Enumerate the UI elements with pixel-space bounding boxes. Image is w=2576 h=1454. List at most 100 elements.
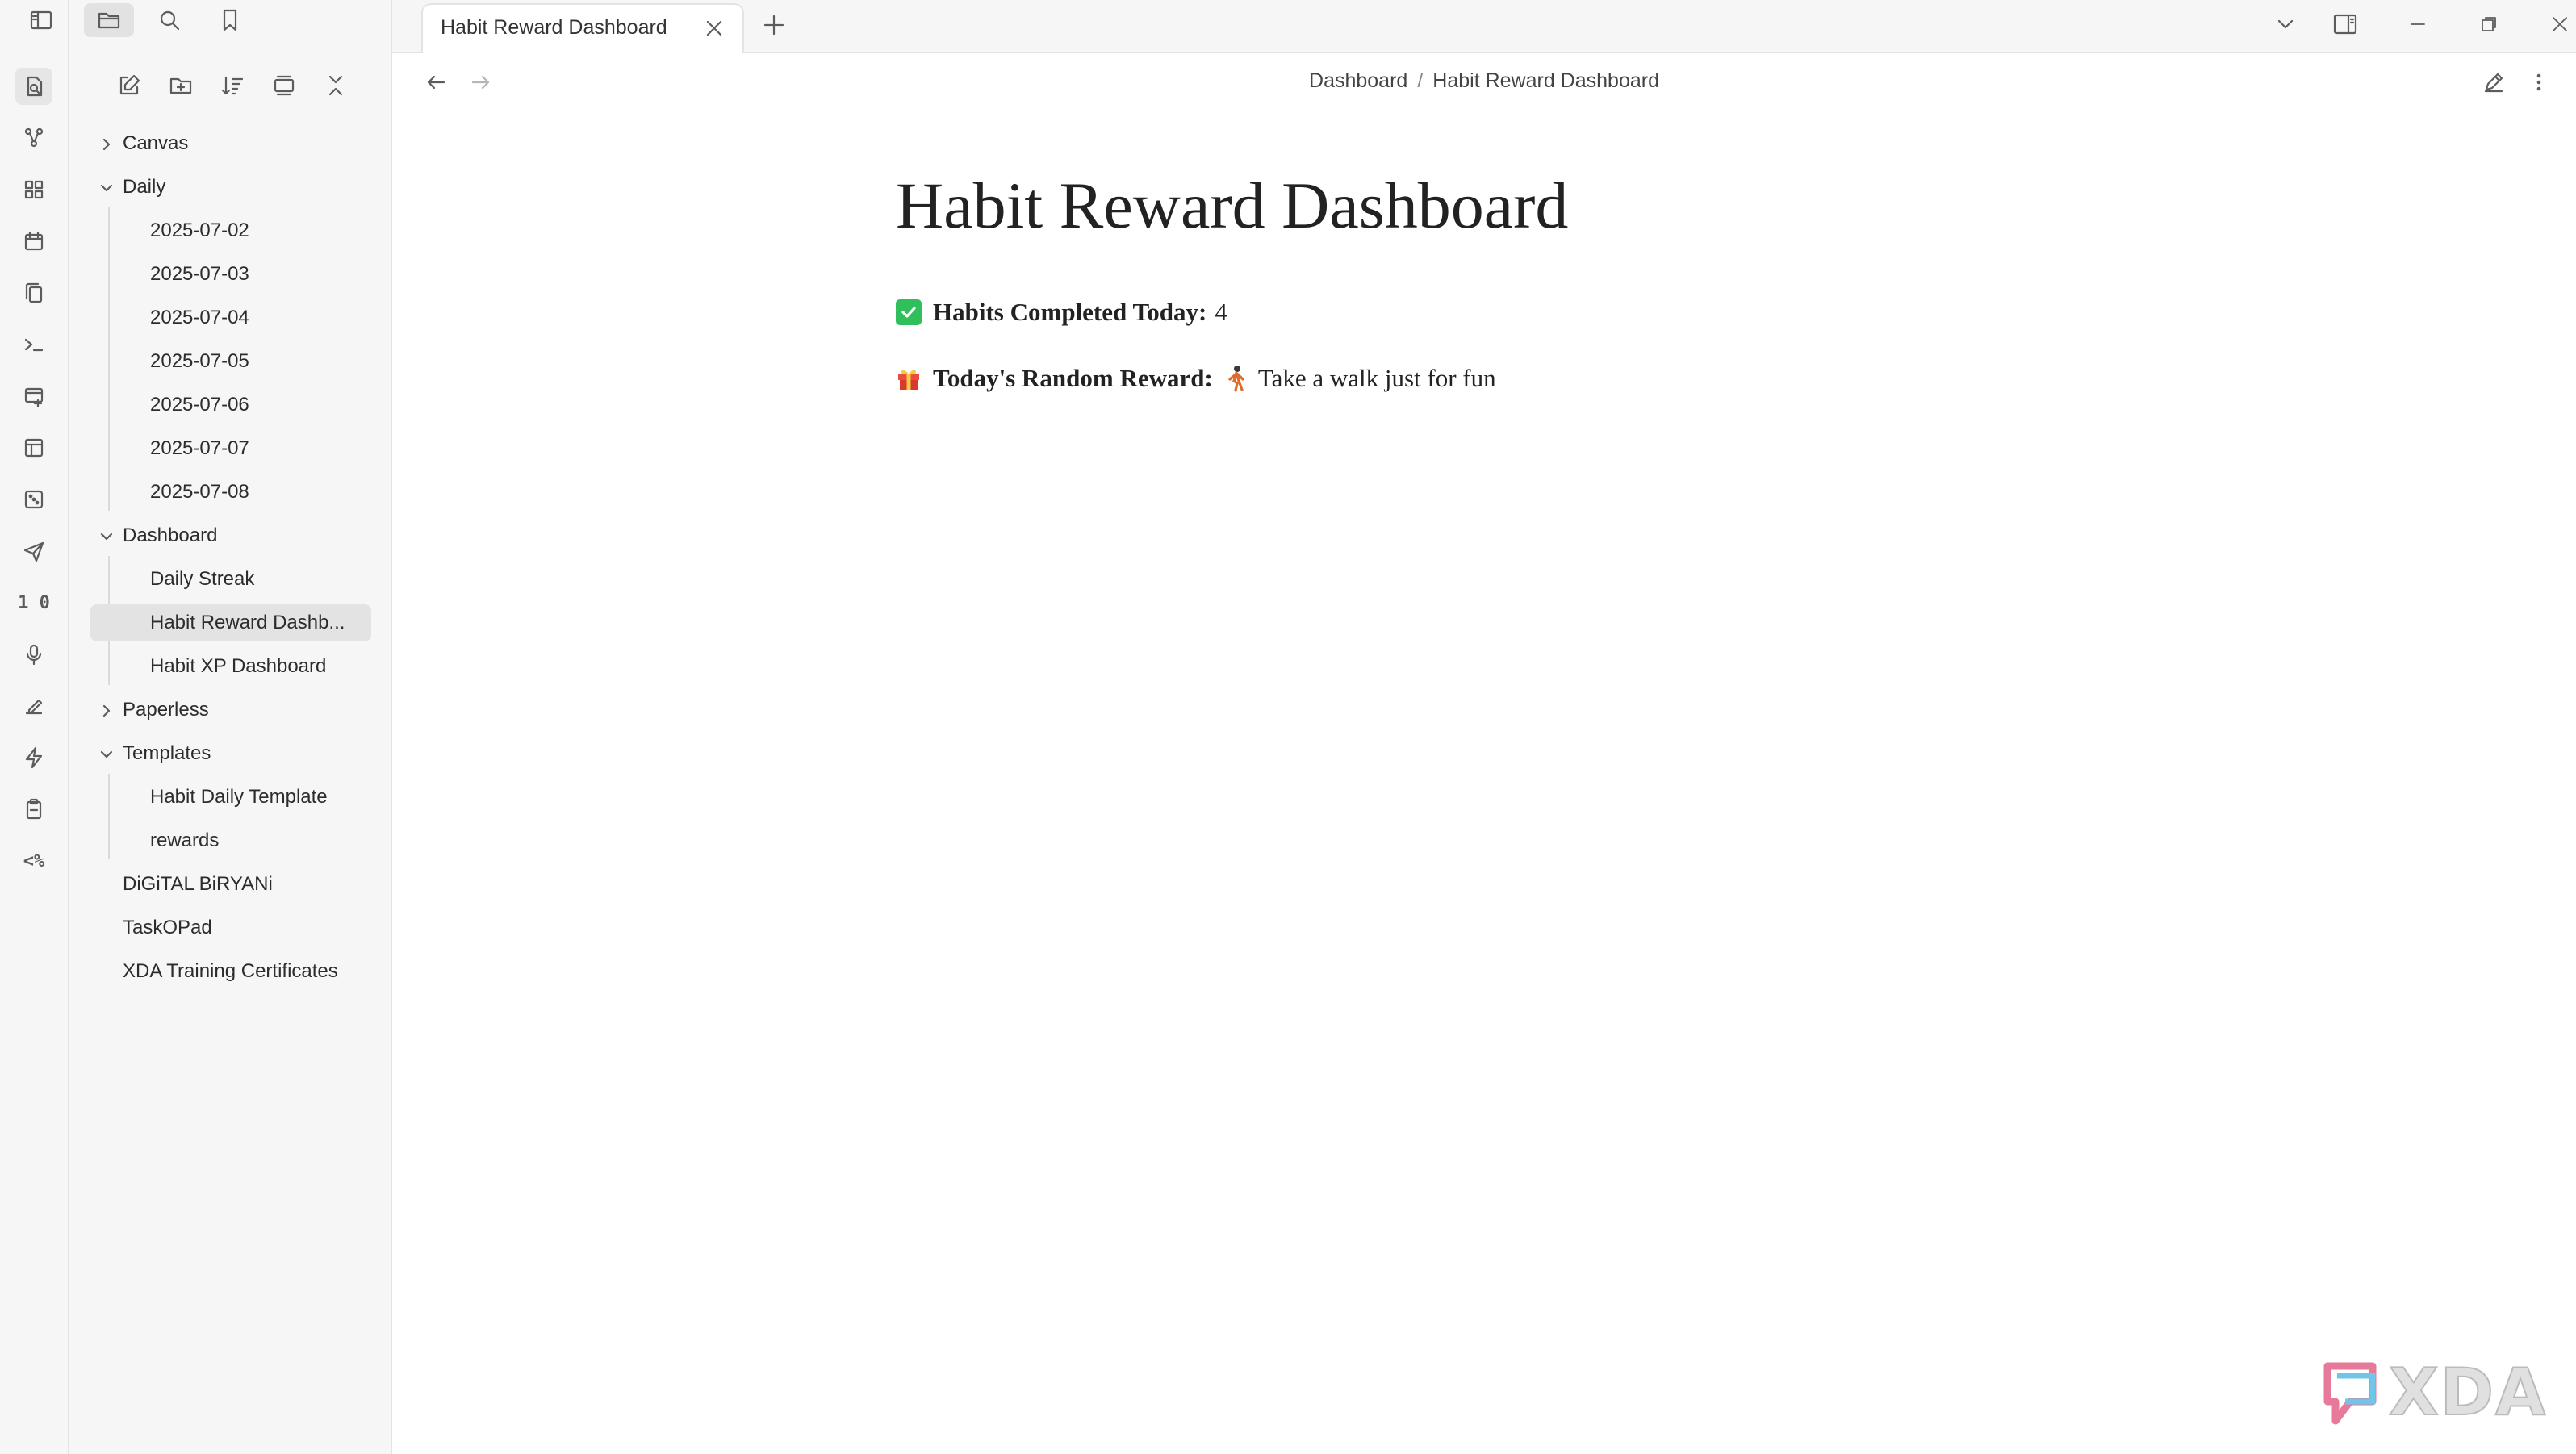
bookmark-icon[interactable] — [205, 3, 255, 37]
send-icon[interactable] — [15, 533, 52, 570]
chevron-down-icon[interactable] — [98, 746, 115, 763]
chevron-right-icon[interactable] — [98, 703, 115, 719]
note-content[interactable]: Habit Reward Dashboard Habits Completed … — [896, 161, 2026, 412]
tree-folder-label: Dashboard — [123, 524, 218, 546]
layout-icon[interactable] — [15, 429, 52, 466]
new-note-icon[interactable] — [111, 68, 147, 103]
terminal-icon[interactable] — [15, 326, 52, 363]
lightning-icon[interactable] — [15, 739, 52, 776]
plus-icon[interactable] — [759, 10, 789, 40]
tree-file[interactable]: 2025-07-08 — [150, 474, 249, 511]
tree-file-label: 2025-07-03 — [150, 263, 249, 285]
tree-file-label: 2025-07-07 — [150, 437, 249, 459]
tree-file[interactable]: Daily Streak — [150, 561, 254, 598]
tree-indent-guide — [108, 207, 110, 511]
checkmark-icon — [896, 299, 922, 325]
habits-value: 4 — [1215, 298, 1227, 326]
tree-file-label: Habit Reward Dashb... — [150, 612, 345, 633]
templater-icon[interactable]: <% — [15, 842, 52, 880]
add-card-icon[interactable] — [15, 378, 52, 415]
tree-file-label: Habit XP Dashboard — [150, 655, 327, 677]
tree-file[interactable]: XDA Training Certificates — [123, 953, 338, 990]
tree-file-label: 2025-07-04 — [150, 307, 249, 328]
tree-file[interactable]: TaskOPad — [123, 909, 212, 946]
search-icon[interactable] — [144, 3, 194, 37]
tree-folder-label: Paperless — [123, 699, 209, 721]
minimize-icon[interactable] — [2402, 8, 2434, 40]
dice-icon[interactable] — [15, 481, 52, 518]
xda-logo-icon — [2323, 1362, 2377, 1424]
tree-file[interactable]: Habit XP Dashboard — [150, 648, 326, 685]
chevron-down-icon[interactable] — [98, 180, 115, 196]
reward-label: Today's Random Reward: — [933, 364, 1213, 392]
note-title[interactable]: Habit Reward Dashboard — [896, 161, 2026, 250]
tree-folder-canvas[interactable]: Canvas — [123, 125, 188, 162]
view-header: Dashboard / Habit Reward Dashboard — [392, 53, 2576, 113]
tree-file[interactable]: 2025-07-02 — [150, 212, 249, 249]
close-icon[interactable] — [702, 16, 726, 40]
sidebar-toggle-icon[interactable] — [16, 3, 66, 37]
chevron-right-icon[interactable] — [98, 136, 115, 153]
tab-bar: Habit Reward Dashboard — [392, 0, 2576, 53]
tree-file-label: XDA Training Certificates — [123, 960, 338, 982]
tree-file-label: 2025-07-08 — [150, 481, 249, 503]
tree-file-label: Daily Streak — [150, 568, 255, 590]
xda-watermark: XDA — [2319, 1354, 2547, 1431]
ribbon: 1 0 <% — [0, 0, 69, 1454]
tree-file[interactable]: 2025-07-03 — [150, 256, 249, 293]
microphone-icon[interactable] — [15, 636, 52, 673]
window-close-icon[interactable] — [2544, 8, 2576, 40]
tab-habit-reward-dashboard[interactable]: Habit Reward Dashboard — [421, 3, 744, 53]
tree-folder-paperless[interactable]: Paperless — [123, 691, 209, 729]
tree-file[interactable]: 2025-07-04 — [150, 299, 249, 336]
new-folder-icon[interactable] — [163, 68, 199, 103]
walking-person-icon — [1228, 366, 1244, 392]
gift-icon — [898, 370, 919, 390]
copy-icon[interactable] — [15, 274, 52, 311]
clipboard-icon[interactable] — [15, 791, 52, 828]
random-reward-line: Today's Random Reward: Take a walk just … — [896, 345, 2026, 412]
habits-label: Habits Completed Today: — [933, 298, 1207, 326]
edit-icon[interactable] — [2478, 66, 2510, 98]
watermark-text: XDA — [2388, 1354, 2547, 1431]
tree-folder-label: Templates — [123, 742, 211, 764]
split-view-icon[interactable] — [2327, 6, 2363, 42]
more-icon[interactable] — [2523, 66, 2555, 98]
calendar-icon[interactable] — [15, 223, 52, 260]
tree-file-label: 2025-07-02 — [150, 219, 249, 241]
tree-file-label: Habit Daily Template — [150, 786, 328, 808]
breadcrumb-parent[interactable]: Dashboard — [1309, 69, 1407, 92]
folder-icon[interactable] — [84, 3, 134, 37]
tree-folder-templates[interactable]: Templates — [123, 735, 211, 772]
breadcrumb-separator: / — [1417, 69, 1424, 92]
chevron-down-icon[interactable] — [2269, 8, 2302, 40]
tree-file-active[interactable]: Habit Reward Dashb... — [90, 604, 371, 641]
tree-file[interactable]: DiGiTAL BiRYANi — [123, 866, 273, 903]
tree-file-label: 2025-07-05 — [150, 350, 249, 372]
dashboard-grid-icon[interactable] — [15, 171, 52, 208]
collapse-icon[interactable] — [266, 68, 302, 103]
sort-icon[interactable] — [215, 68, 250, 103]
expand-icon[interactable] — [318, 68, 353, 103]
habits-completed-line: Habits Completed Today: 4 — [896, 279, 2026, 345]
tree-file[interactable]: 2025-07-05 — [150, 343, 249, 380]
tree-file[interactable]: rewards — [150, 822, 219, 859]
chevron-down-icon[interactable] — [98, 529, 115, 545]
reward-value: Take a walk just for fun — [1257, 364, 1496, 392]
quick-switcher-icon[interactable] — [15, 68, 52, 105]
binary-icon[interactable]: 1 0 — [15, 584, 52, 621]
breadcrumb-current[interactable]: Habit Reward Dashboard — [1432, 69, 1659, 92]
graph-view-icon[interactable] — [15, 119, 52, 157]
tree-file-label: rewards — [150, 829, 220, 851]
tree-file[interactable]: Habit Daily Template — [150, 779, 328, 816]
sidebar-top-tabs — [30, 0, 391, 42]
restore-icon[interactable] — [2473, 8, 2505, 40]
tree-file[interactable]: 2025-07-07 — [150, 430, 249, 467]
tree-indent-guide — [108, 774, 110, 859]
tree-file[interactable]: 2025-07-06 — [150, 386, 249, 424]
binary-label: 1 0 — [18, 592, 50, 613]
highlighter-icon[interactable] — [15, 687, 52, 725]
tree-file-label: DiGiTAL BiRYANi — [123, 873, 273, 895]
tree-folder-dashboard[interactable]: Dashboard — [123, 517, 217, 554]
tree-folder-daily[interactable]: Daily — [123, 169, 165, 206]
